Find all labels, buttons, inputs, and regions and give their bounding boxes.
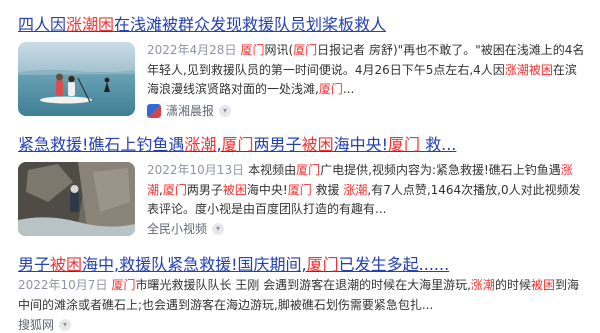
search-result-3: 男子被困海中,救援队紧急救援!国庆期间,厦门已发生多起...... 2022年1…: [18, 254, 588, 332]
result-source-1[interactable]: 潇湘晨报 ▾: [147, 103, 232, 119]
search-result-2: 紧急救援!礁石上钓鱼遇涨潮,厦门两男子被困海中央!厦门 救... 2022年10…: [18, 134, 588, 246]
chevron-down-icon[interactable]: ▾: [59, 319, 72, 331]
result-source-3[interactable]: 搜狐网 ▾: [18, 317, 72, 333]
result-source-2[interactable]: 全民小视频 ▾: [147, 221, 225, 237]
result-snippet-3: 2022年10月7日 厦门市曙光救援队队长 王刚 会遇到游客在退潮的时候在大海里游…: [18, 278, 579, 312]
result-title-1[interactable]: 四人因涨潮困在浅滩被群众发现救援队员划桨板救人: [18, 14, 588, 36]
result-title-2[interactable]: 紧急救援!礁石上钓鱼遇涨潮,厦门两男子被困海中央!厦门 救...: [18, 134, 588, 156]
result-thumbnail-2[interactable]: [18, 162, 135, 236]
result-snippet-2: 2022年10月13日 本视频由厦门广电提供,视频内容为:紧急救援!礁石上钓鱼遇涨…: [147, 163, 581, 216]
chevron-down-icon[interactable]: ▾: [219, 105, 232, 117]
source-name: 潇湘晨报: [166, 104, 215, 118]
rock-rescue-video-image: [18, 162, 135, 236]
people-on-paddleboard-image: [18, 42, 135, 116]
source-name: 全民小视频: [147, 222, 208, 236]
result-thumbnail-1[interactable]: [18, 42, 135, 116]
result-title-3[interactable]: 男子被困海中,救援队紧急救援!国庆期间,厦门已发生多起......: [18, 254, 588, 276]
chevron-down-icon[interactable]: ▾: [212, 223, 225, 235]
search-result-1: 四人因涨潮困在浅滩被群众发现救援队员划桨板救人 2022年4月28日 厦门网讯(…: [18, 14, 588, 124]
xiaoxiang-logo-icon: [147, 104, 161, 118]
source-name: 搜狐网: [18, 318, 55, 332]
result-snippet-1: 2022年4月28日 厦门网讯(厦门日报记者 房舒)"再也不敢了。"被困在浅滩上的…: [147, 43, 585, 96]
